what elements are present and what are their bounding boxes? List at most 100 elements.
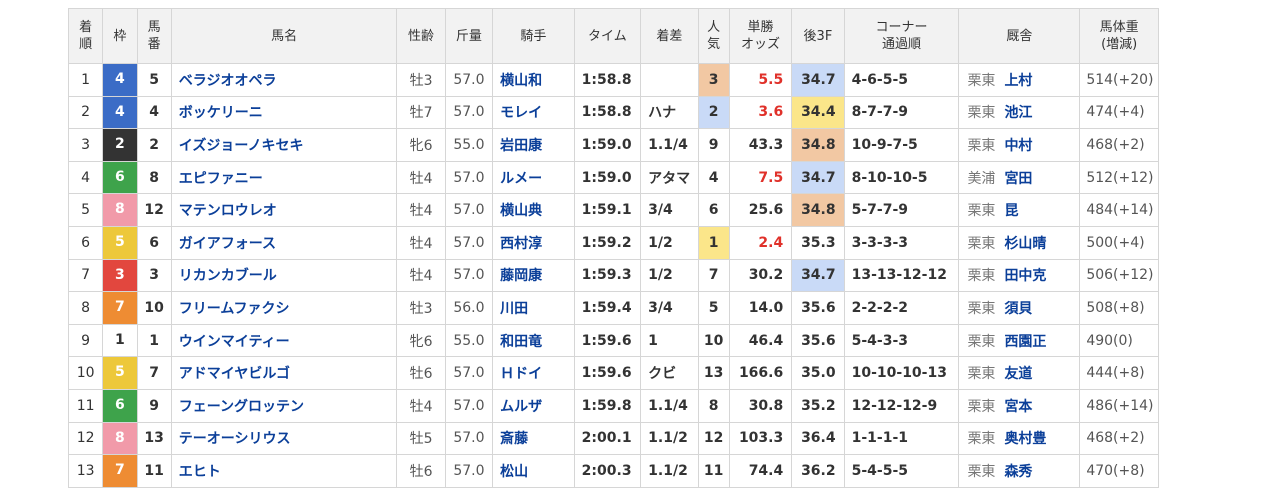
trainer-link[interactable]: 宮田 — [1004, 171, 1032, 187]
margin-cell: クビ — [640, 356, 699, 390]
waku-cell: 1 — [102, 323, 138, 358]
body-weight-cell: 514(+20) — [1079, 63, 1159, 97]
table-row: 5 8 12 マテンロウレオ 牡4 57.0 横山典 1:59.1 3/4 6 … — [67, 193, 1159, 227]
horse-name-link[interactable]: リカンカブール — [179, 268, 277, 284]
trainer-link[interactable]: 奥村豊 — [1004, 431, 1046, 447]
horse-name-link[interactable]: フリームファクシ — [179, 301, 290, 317]
training-center: 美浦 — [967, 170, 996, 187]
sex-age-cell: 牝6 — [396, 323, 446, 358]
horse-name-cell: テーオーシリウス — [170, 421, 398, 456]
table-row: 10 5 7 アドマイヤビルゴ 牡6 57.0 Ｈドイ 1:59.6 クビ 13… — [67, 356, 1159, 390]
jockey-link[interactable]: 横山典 — [500, 203, 542, 219]
weight-cell: 57.0 — [444, 95, 494, 130]
training-center: 栗東 — [967, 268, 996, 285]
waku-badge: 3 — [115, 266, 125, 283]
margin-cell: 3/4 — [640, 193, 699, 227]
umaban-cell: 3 — [136, 258, 172, 293]
jockey-link[interactable]: 岩田康 — [500, 138, 542, 154]
time-cell: 1:59.4 — [573, 291, 642, 325]
jockey-link[interactable]: 川田 — [500, 301, 528, 317]
horse-name-link[interactable]: テーオーシリウス — [179, 431, 291, 447]
trainer-link[interactable]: 西園正 — [1004, 334, 1046, 350]
horse-name-link[interactable]: ウインマイティー — [179, 334, 290, 350]
trainer-link[interactable]: 宮本 — [1004, 399, 1032, 415]
jockey-cell: 斎藤 — [492, 421, 575, 456]
trainer-link[interactable]: 昆 — [1004, 203, 1018, 219]
trainer-link[interactable]: 田中克 — [1004, 268, 1046, 284]
body-weight-cell: 490(0) — [1079, 323, 1159, 358]
waku-badge: 6 — [115, 396, 125, 413]
jockey-link[interactable]: 松山 — [500, 464, 528, 480]
body-weight-cell: 474(+4) — [1079, 95, 1159, 130]
jockey-link[interactable]: 西村淳 — [500, 236, 542, 252]
margin-cell: 1.1/4 — [640, 388, 699, 423]
horse-name-cell: ウインマイティー — [170, 323, 398, 358]
popularity-cell: 8 — [697, 388, 730, 423]
popularity-cell: 7 — [697, 258, 730, 293]
waku-badge: 2 — [115, 136, 125, 153]
trainer-cell: 栗東 須貝 — [958, 291, 1081, 325]
trainer-link[interactable]: 中村 — [1004, 138, 1032, 154]
sex-age-cell: 牡7 — [396, 95, 446, 130]
horse-name-cell: フェーングロッテン — [170, 388, 398, 423]
margin-cell: 1 — [640, 323, 699, 358]
last-3f-cell: 36.2 — [791, 454, 845, 488]
jockey-link[interactable]: 横山和 — [500, 73, 542, 89]
jockey-link[interactable]: Ｈドイ — [500, 366, 542, 382]
horse-name-cell: エヒト — [170, 454, 398, 488]
odds-cell: 25.6 — [728, 193, 793, 227]
jockey-link[interactable]: 藤岡康 — [500, 268, 542, 284]
weight-cell: 55.0 — [444, 323, 494, 358]
jockey-link[interactable]: 斎藤 — [500, 431, 528, 447]
trainer-link[interactable]: 須貝 — [1004, 301, 1032, 317]
horse-name-link[interactable]: ボッケリーニ — [179, 105, 263, 121]
table-row: 8 7 10 フリームファクシ 牡3 56.0 川田 1:59.4 3/4 5 … — [67, 291, 1159, 325]
trainer-link[interactable]: 杉山晴 — [1004, 236, 1046, 252]
waku-cell: 2 — [102, 128, 138, 162]
jockey-link[interactable]: ムルザ — [500, 399, 542, 415]
margin-cell: 1.1/4 — [640, 128, 699, 162]
training-center: 栗東 — [967, 300, 996, 317]
trainer-cell: 栗東 宮本 — [958, 388, 1081, 423]
jockey-cell: ルメー — [492, 160, 575, 195]
jockey-link[interactable]: ルメー — [500, 171, 542, 187]
horse-name-link[interactable]: マテンロウレオ — [179, 203, 277, 219]
popularity-cell: 10 — [697, 323, 730, 358]
time-cell: 1:59.2 — [573, 225, 642, 260]
body-weight-cell: 484(+14) — [1079, 193, 1159, 227]
odds-cell: 2.4 — [728, 225, 793, 260]
horse-name-link[interactable]: アドマイヤビルゴ — [179, 366, 290, 382]
table-row: 12 8 13 テーオーシリウス 牡5 57.0 斎藤 2:00.1 1.1/2… — [67, 421, 1159, 456]
waku-badge: 5 — [115, 364, 125, 381]
horse-name-link[interactable]: フェーングロッテン — [179, 399, 304, 415]
horse-name-link[interactable]: エピファニー — [179, 171, 263, 187]
umaban-cell: 4 — [136, 95, 172, 130]
popularity-cell: 12 — [697, 421, 730, 456]
rank-cell: 5 — [67, 193, 104, 227]
corner-cell: 5-4-3-3 — [843, 323, 960, 358]
jockey-link[interactable]: モレイ — [500, 105, 542, 121]
last-3f-cell: 36.4 — [791, 421, 845, 456]
horse-name-link[interactable]: エヒト — [179, 464, 221, 480]
training-center: 栗東 — [967, 235, 996, 252]
corner-cell: 3-3-3-3 — [843, 225, 960, 260]
waku-cell: 7 — [102, 454, 138, 488]
rank-cell: 4 — [67, 160, 104, 195]
trainer-cell: 栗東 池江 — [958, 95, 1081, 130]
margin-cell: 1/2 — [640, 225, 699, 260]
horse-name-link[interactable]: ベラジオオペラ — [179, 73, 277, 89]
weight-cell: 57.0 — [444, 258, 494, 293]
umaban-cell: 9 — [136, 388, 172, 423]
trainer-link[interactable]: 友道 — [1004, 366, 1032, 382]
trainer-link[interactable]: 森秀 — [1004, 464, 1032, 480]
header-popularity: 人気 — [697, 8, 730, 64]
rank-cell: 3 — [67, 128, 104, 162]
margin-cell: アタマ — [640, 160, 699, 195]
trainer-link[interactable]: 池江 — [1004, 105, 1032, 121]
horse-name-link[interactable]: イズジョーノキセキ — [179, 138, 304, 154]
popularity-cell: 13 — [697, 356, 730, 390]
table-row: 1 4 5 ベラジオオペラ 牡3 57.0 横山和 1:58.8 3 5.5 3… — [67, 63, 1159, 97]
horse-name-link[interactable]: ガイアフォース — [179, 236, 276, 252]
trainer-link[interactable]: 上村 — [1004, 73, 1032, 89]
jockey-link[interactable]: 和田竜 — [500, 334, 542, 350]
